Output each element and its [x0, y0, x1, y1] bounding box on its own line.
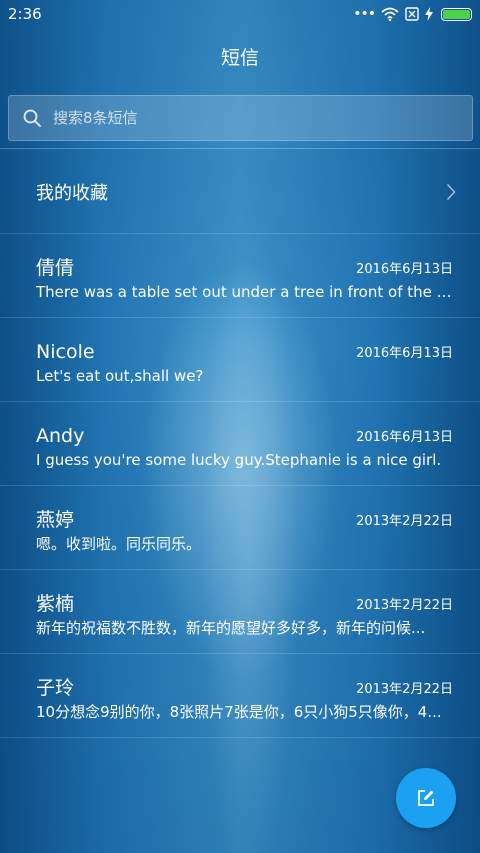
message-preview: 10分想念9别的你，8张照片7张是你，6只小狗5只像你，4... — [36, 703, 442, 721]
search-input[interactable] — [53, 109, 433, 127]
contact-name: 倩倩 — [36, 257, 75, 279]
more-notifications-icon: ••• — [353, 6, 376, 22]
charging-icon — [425, 7, 433, 21]
contact-name: Nicole — [36, 341, 95, 363]
status-time: 2:36 — [8, 5, 42, 23]
message-date: 2013年2月22日 — [356, 598, 453, 613]
compose-button[interactable] — [396, 768, 456, 828]
no-sim-icon — [405, 7, 419, 21]
header: 短信 — [0, 28, 480, 85]
battery-level — [443, 9, 470, 19]
divider — [0, 148, 480, 149]
conversation-row[interactable]: 子玲 2013年2月22日 10分想念9别的你，8张照片7张是你，6只小狗5只像… — [0, 653, 480, 737]
battery-icon — [441, 7, 472, 21]
status-icons: ••• — [353, 6, 472, 22]
message-preview: There was a table set out under a tree i… — [36, 283, 454, 301]
message-preview: Let's eat out,shall we? — [36, 367, 204, 385]
message-preview: I guess you're some lucky guy.Stephanie … — [36, 451, 442, 469]
conversation-row[interactable]: Nicole 2016年6月13日 Let's eat out,shall we… — [0, 317, 480, 401]
page-title: 短信 — [220, 47, 259, 69]
wifi-icon — [381, 7, 399, 21]
conversation-list: 倩倩 2016年6月13日 There was a table set out … — [0, 233, 480, 738]
search-box[interactable] — [8, 95, 473, 141]
search-icon — [23, 109, 41, 127]
contact-name: 燕婷 — [36, 509, 75, 531]
chevron-right-icon — [446, 183, 456, 200]
message-date: 2016年6月13日 — [356, 346, 453, 361]
status-bar: 2:36 ••• — [0, 0, 480, 28]
contact-name: Andy — [36, 425, 85, 447]
message-date: 2016年6月13日 — [356, 430, 453, 445]
conversation-row[interactable]: 紫楠 2013年2月22日 新年的祝福数不胜数，新年的愿望好多好多，新年的问候.… — [0, 569, 480, 653]
contact-name: 紫楠 — [36, 593, 75, 615]
message-date: 2013年2月22日 — [356, 514, 453, 529]
conversation-row[interactable]: 倩倩 2016年6月13日 There was a table set out … — [0, 233, 480, 317]
conversation-row[interactable]: Andy 2016年6月13日 I guess you're some luck… — [0, 401, 480, 485]
message-date: 2016年6月13日 — [356, 262, 453, 277]
divider — [0, 737, 480, 738]
message-preview: 嗯。收到啦。同乐同乐。 — [36, 535, 202, 553]
compose-icon — [418, 790, 434, 806]
favorites-item[interactable]: 我的收藏 — [0, 150, 480, 233]
message-date: 2013年2月22日 — [356, 682, 453, 697]
app-screen: 2:36 ••• 短信 搜索8条短信 我的收藏 倩倩 2016年6月13日 Th… — [0, 0, 480, 853]
message-preview: 新年的祝福数不胜数，新年的愿望好多好多，新年的问候... — [36, 619, 426, 637]
contact-name: 子玲 — [36, 677, 75, 699]
conversation-row[interactable]: 燕婷 2013年2月22日 嗯。收到啦。同乐同乐。 — [0, 485, 480, 569]
favorites-label: 我的收藏 — [36, 182, 108, 204]
